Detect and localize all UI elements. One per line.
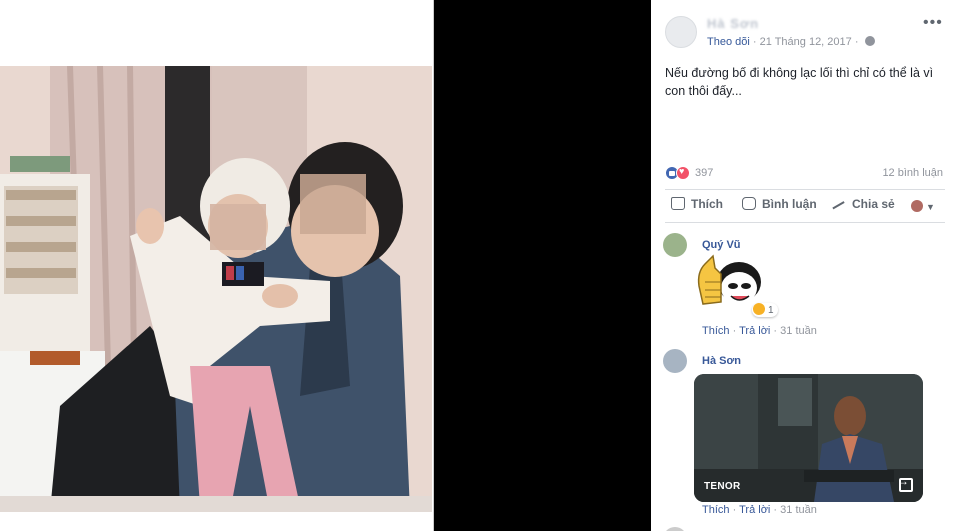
more-options-icon[interactable]: ••• (923, 14, 943, 32)
comment-reaction-count: 1 (768, 305, 774, 316)
viewer-background (434, 0, 651, 531)
post-date[interactable]: 21 Tháng 12, 2017 (760, 36, 852, 48)
comment-time[interactable]: 31 tuần (780, 504, 817, 516)
comment-like-link[interactable]: Thích (702, 325, 730, 337)
share-label: Chia sẻ (852, 197, 895, 211)
comment-reply-link[interactable]: Trả lời (739, 325, 770, 337)
comment-meta: Thích · Trả lời · 31 tuần (702, 504, 817, 516)
commenter-avatar[interactable] (663, 233, 687, 257)
haha-icon (753, 303, 765, 315)
like-label: Thích (691, 197, 723, 211)
comment-gif[interactable]: TENOR (694, 374, 923, 502)
author-avatar[interactable] (665, 16, 697, 48)
reaction-count: 397 (695, 167, 714, 179)
gif-provider-label: TENOR (704, 481, 741, 492)
comment-meta: Thích · Trả lời · 31 tuần (702, 325, 817, 337)
speech-bubble-icon (742, 197, 756, 210)
divider (665, 189, 945, 190)
commenter-name[interactable]: Hà Sơn (702, 355, 741, 367)
post-sidebar: Hà Sơn ••• Theo dõi · 21 Tháng 12, 2017 … (651, 0, 960, 531)
comment-button[interactable]: Bình luận (742, 197, 817, 211)
follow-link[interactable]: Theo dõi (707, 36, 750, 48)
comment-reaction-badge[interactable]: 1 (752, 303, 778, 317)
commenter-avatar[interactable] (663, 527, 687, 531)
love-icon (676, 166, 690, 180)
commenter-avatar[interactable] (663, 349, 687, 373)
like-button[interactable]: Thích (671, 197, 723, 211)
post-caption: Nếu đường bố đi không lạc lối thì chỉ có… (665, 66, 934, 98)
profile-avatar (911, 200, 923, 212)
author-name[interactable]: Hà Sơn (707, 16, 759, 31)
globe-icon[interactable] (864, 36, 875, 46)
react-as-selector[interactable]: ▼ (911, 199, 935, 213)
comment-time[interactable]: 31 tuần (780, 325, 817, 337)
comment-count[interactable]: 12 bình luận (882, 167, 943, 179)
post-photo[interactable] (0, 66, 432, 512)
divider (665, 222, 945, 223)
comment-label: Bình luận (762, 197, 817, 211)
share-button[interactable]: Chia sẻ (832, 197, 895, 213)
post-actions: Thích Bình luận Chia sẻ ▼ (665, 193, 945, 219)
thumbs-up-icon (671, 197, 685, 210)
comment-like-link[interactable]: Thích (702, 504, 730, 516)
comment-reply-link[interactable]: Trả lời (739, 504, 770, 516)
meta-separator: · (752, 36, 757, 48)
caret-down-icon: ▼ (926, 202, 935, 212)
post-meta: Theo dõi · 21 Tháng 12, 2017 · (707, 36, 875, 48)
meta-separator: · (854, 36, 859, 48)
photo-viewer (0, 0, 434, 531)
commenter-name[interactable]: Quý Vũ (702, 239, 741, 251)
open-external-icon[interactable] (897, 474, 913, 492)
share-arrow-icon (832, 201, 847, 213)
